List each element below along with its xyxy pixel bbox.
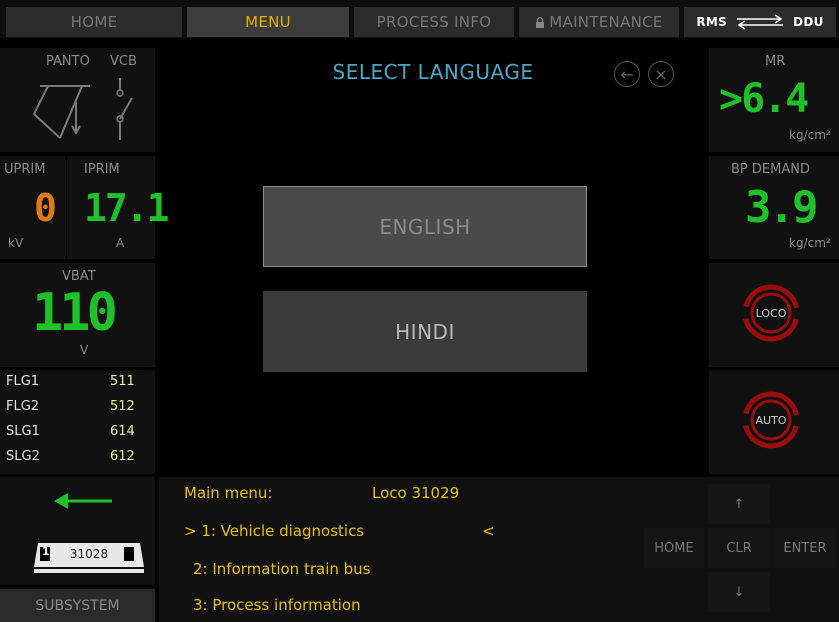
bp-demand-label: BP DEMAND — [731, 162, 810, 177]
divider — [66, 156, 67, 259]
english-button[interactable]: ENGLISH — [263, 186, 587, 267]
flag-row: FLG2 512 — [6, 399, 135, 414]
flag-name: FLG1 — [6, 374, 40, 389]
menu-item-process-information[interactable]: 3: Process information — [193, 596, 361, 614]
back-button[interactable]: ← — [614, 61, 640, 87]
up-button[interactable]: ↑ — [708, 484, 770, 524]
vbat-value: 110 — [32, 283, 118, 343]
home-button-label: HOME — [654, 540, 694, 556]
rms-label: RMS — [696, 15, 728, 29]
uprim-unit: kV — [8, 236, 24, 250]
mr-unit: kg/cm² — [789, 128, 831, 142]
uprim-value: 0 — [34, 186, 57, 230]
loco-id: Loco 31029 — [372, 484, 460, 502]
close-button[interactable]: × — [648, 61, 674, 87]
panto-label: PANTO — [46, 54, 90, 69]
back-arrow-icon: ← — [620, 64, 634, 84]
flag-name: SLG2 — [6, 449, 40, 464]
vcb-switch-icon — [116, 78, 133, 140]
tab-home[interactable]: HOME — [6, 7, 182, 37]
close-icon: × — [654, 64, 668, 84]
vbat-panel: VBAT 110 V — [0, 263, 155, 367]
flag-name: FLG2 — [6, 399, 40, 414]
flag-name: SLG1 — [6, 424, 40, 439]
enter-button-label: ENTER — [783, 540, 827, 556]
pantograph-icon — [32, 85, 90, 139]
loco-indicator-panel: LOCO — [709, 263, 839, 367]
flag-value: 511 — [110, 374, 135, 389]
bp-demand-value: 3.9 — [745, 182, 819, 233]
menu-item-information-train-bus[interactable]: 2: Information train bus — [193, 560, 371, 578]
tab-rms-ddu[interactable]: RMS DDU — [684, 7, 836, 37]
bp-demand-panel: BP DEMAND 3.9 kg/cm² — [709, 156, 839, 259]
auto-indicator-panel: AUTO — [709, 370, 839, 474]
vcb-label: VCB — [110, 54, 137, 69]
tab-menu[interactable]: MENU — [187, 7, 349, 37]
subsystem-button[interactable]: SUBSYSTEM — [0, 589, 155, 622]
mr-value: >6.4 — [719, 76, 809, 122]
arrow-up-icon: ↑ — [733, 496, 745, 512]
flag-value: 614 — [110, 424, 135, 439]
auto-indicator-label: AUTO — [755, 414, 787, 427]
tab-menu-label: MENU — [245, 13, 291, 31]
panto-vcb-panel: PANTO VCB — [0, 48, 155, 152]
loco-number: 31028 — [69, 547, 109, 561]
subsystem-label: SUBSYSTEM — [35, 597, 120, 614]
arrow-down-icon: ↓ — [733, 584, 745, 600]
flag-value: 512 — [110, 399, 135, 414]
lock-icon — [536, 16, 545, 28]
english-label: ENGLISH — [379, 214, 471, 239]
bp-demand-unit: kg/cm² — [789, 236, 831, 250]
main-menu-label: Main menu: — [184, 484, 273, 502]
flag-row: FLG1 511 — [6, 374, 135, 389]
iprim-label: IPRIM — [84, 162, 120, 177]
down-button[interactable]: ↓ — [708, 572, 770, 612]
tab-maintenance[interactable]: MAINTENANCE — [519, 7, 679, 37]
iprim-value: 17.1 — [84, 186, 170, 230]
hindi-button[interactable]: HINDI — [263, 291, 587, 372]
arrow-left-icon — [54, 493, 112, 509]
home-button[interactable]: HOME — [644, 528, 704, 568]
ddu-label: DDU — [793, 15, 824, 29]
loco-cab-number: 1 — [42, 545, 50, 558]
uprim-label: UPRIM — [4, 162, 46, 177]
top-tab-bar: HOME MENU PROCESS INFO MAINTENANCE RMS D… — [0, 0, 839, 38]
menu-cursor: < — [482, 522, 495, 540]
uprim-iprim-panel: UPRIM IPRIM 0 17.1 kV A — [0, 156, 170, 259]
flag-value: 612 — [110, 449, 135, 464]
enter-button[interactable]: ENTER — [774, 528, 836, 568]
vbat-label: VBAT — [62, 269, 96, 284]
tab-process-info-label: PROCESS INFO — [376, 13, 492, 31]
mr-panel: MR >6.4 kg/cm² — [709, 48, 839, 152]
menu-item-vehicle-diagnostics[interactable]: > 1: Vehicle diagnostics — [184, 522, 364, 540]
flag-row: SLG1 614 — [6, 424, 135, 439]
flag-row: SLG2 612 — [6, 449, 135, 464]
mr-label: MR — [765, 54, 786, 69]
iprim-unit: A — [116, 236, 125, 250]
loco-graphic: 1 31028 — [32, 539, 146, 577]
hindi-label: HINDI — [395, 319, 455, 344]
vbat-unit: V — [80, 343, 89, 357]
flags-panel: FLG1 511 FLG2 512 SLG1 614 SLG2 612 — [0, 370, 155, 474]
clr-button[interactable]: CLR — [708, 528, 770, 568]
clr-button-label: CLR — [726, 540, 752, 556]
tab-home-label: HOME — [70, 13, 118, 31]
transfer-arrows-icon — [737, 14, 784, 30]
tab-process-info[interactable]: PROCESS INFO — [354, 7, 514, 37]
direction-panel: 1 31028 — [0, 477, 155, 585]
tab-maintenance-label: MAINTENANCE — [549, 13, 663, 31]
loco-indicator-label: LOCO — [755, 307, 787, 320]
